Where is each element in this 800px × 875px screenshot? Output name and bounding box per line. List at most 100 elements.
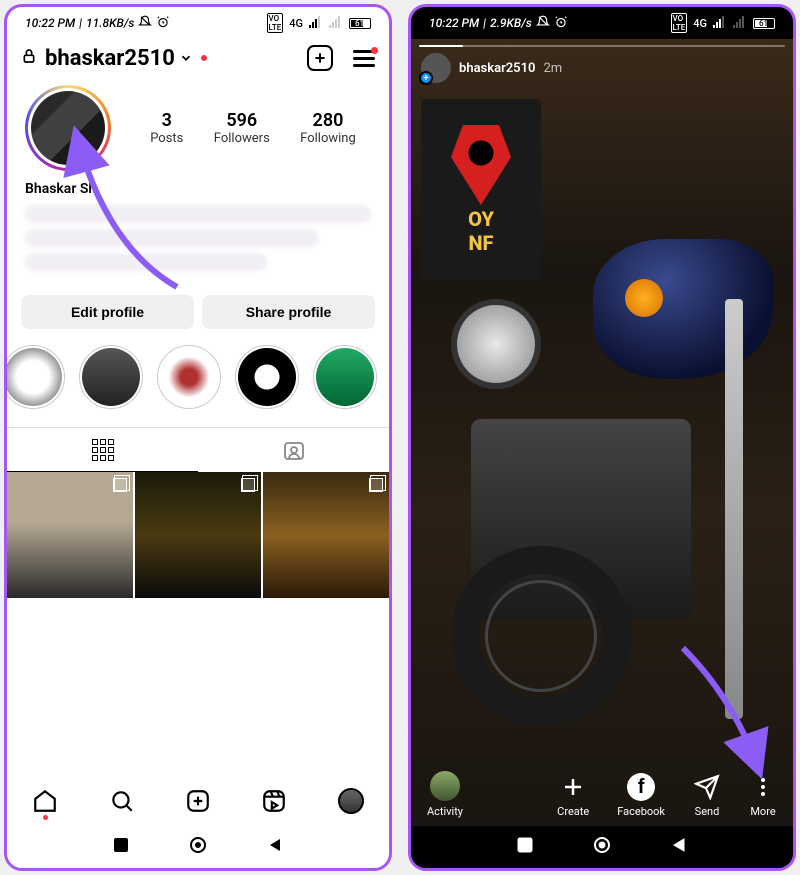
create-label: Create — [557, 805, 589, 818]
status-bar: 10:22 PM | 11.8KB/s VOLTE 4G 61 — [7, 7, 389, 39]
posts-stat[interactable]: 3 Posts — [150, 110, 183, 146]
status-time: 10:22 PM — [25, 16, 75, 30]
story-age: 2m — [543, 61, 562, 76]
story-highlights[interactable] — [7, 329, 389, 419]
post-thumbnail[interactable] — [7, 472, 133, 598]
phone-left-profile: 10:22 PM | 11.8KB/s VOLTE 4G 61 — [4, 4, 392, 871]
android-back[interactable] — [267, 837, 283, 857]
status-time: 10:22 PM — [429, 16, 479, 30]
more-icon — [749, 773, 777, 801]
nav-search[interactable] — [109, 788, 135, 814]
profile-avatar — [31, 91, 105, 165]
status-left: 10:22 PM | 2.9KB/s — [429, 15, 568, 32]
signal-icon — [309, 16, 323, 31]
story-create-button[interactable]: Create — [557, 773, 589, 818]
carousel-icon — [241, 478, 255, 492]
network-type: 4G — [693, 17, 707, 30]
profile-action-row: Edit profile Share profile — [7, 295, 389, 329]
story-send-button[interactable]: Send — [693, 773, 721, 818]
story-header[interactable]: + bhaskar2510 2m — [421, 53, 562, 83]
create-post-button[interactable] — [307, 45, 333, 71]
status-right: VOLTE 4G 61 — [671, 13, 776, 33]
signal-icon-2 — [733, 16, 747, 31]
username-dropdown[interactable]: bhaskar2510 — [45, 46, 207, 71]
volte-icon: VOLTE — [267, 13, 284, 33]
activity-label: Activity — [427, 805, 463, 818]
share-profile-button[interactable]: Share profile — [202, 295, 375, 329]
story-more-button[interactable]: More — [749, 773, 777, 818]
profile-tabs — [7, 427, 389, 472]
tagged-tab[interactable] — [198, 428, 389, 472]
posts-count: 3 — [150, 110, 183, 131]
story-viewer[interactable]: OY NF + bhaskar2510 2m Activity — [411, 39, 793, 826]
story-author-avatar: + — [421, 53, 451, 83]
story-activity-button[interactable]: Activity — [427, 771, 463, 818]
story-author-name: bhaskar2510 — [459, 61, 535, 76]
status-bar: 10:22 PM | 2.9KB/s VOLTE 4G 61 — [411, 7, 793, 39]
add-story-plus-icon: + — [419, 71, 433, 85]
highlight-item[interactable] — [313, 345, 377, 409]
username-text: bhaskar2510 — [45, 46, 175, 71]
profile-avatar-story-ring[interactable] — [25, 85, 111, 171]
profile-header: bhaskar2510 — [7, 39, 389, 81]
bio-redacted — [25, 205, 371, 285]
alarm-icon — [156, 15, 170, 32]
posts-grid-tab[interactable] — [7, 428, 198, 472]
highlight-item[interactable] — [235, 345, 299, 409]
chevron-down-icon — [179, 51, 193, 65]
profile-info-row: 3 Posts 596 Followers 280 Following — [7, 81, 389, 175]
android-back[interactable] — [671, 837, 687, 857]
network-type: 4G — [289, 17, 303, 30]
status-net-speed: 2.9KB/s — [490, 16, 532, 30]
carousel-icon — [113, 478, 127, 492]
story-progress-bar — [419, 45, 785, 47]
status-left: 10:22 PM | 11.8KB/s — [25, 15, 170, 32]
edit-profile-button[interactable]: Edit profile — [21, 295, 194, 329]
story-image-motorcycle: OY NF — [411, 39, 793, 826]
battery-icon: 61 — [753, 18, 775, 29]
highlight-item[interactable] — [79, 345, 143, 409]
menu-button[interactable] — [353, 50, 375, 67]
activity-avatar-icon — [430, 771, 460, 801]
grid-icon — [92, 439, 114, 461]
facebook-label: Facebook — [617, 805, 665, 818]
more-label: More — [750, 805, 775, 818]
battery-icon: 61 — [349, 18, 371, 29]
post-thumbnail[interactable] — [263, 472, 389, 598]
do-not-disturb-icon — [536, 15, 550, 32]
nav-profile[interactable] — [338, 788, 364, 814]
followers-count: 596 — [214, 110, 270, 131]
phone-right-story: 10:22 PM | 2.9KB/s VOLTE 4G 61 — [408, 4, 796, 871]
followers-label: Followers — [214, 131, 270, 146]
followers-stat[interactable]: 596 Followers — [214, 110, 270, 146]
android-recents[interactable] — [517, 837, 533, 857]
post-thumbnail[interactable] — [135, 472, 261, 598]
bottom-nav — [7, 776, 389, 826]
android-home[interactable] — [593, 836, 611, 858]
highlight-item[interactable] — [7, 345, 65, 409]
highlight-item[interactable] — [157, 345, 221, 409]
nav-create[interactable] — [185, 788, 211, 814]
volte-icon: VOLTE — [671, 13, 688, 33]
story-facebook-button[interactable]: f Facebook — [617, 773, 665, 818]
lock-icon — [21, 47, 37, 69]
new-content-dot — [201, 55, 207, 61]
do-not-disturb-icon — [138, 15, 152, 32]
alarm-icon — [554, 15, 568, 32]
android-home[interactable] — [189, 836, 207, 858]
carousel-icon — [369, 478, 383, 492]
android-system-nav — [411, 826, 793, 868]
nav-home[interactable] — [32, 788, 58, 814]
tagged-icon — [282, 438, 306, 462]
android-system-nav — [7, 826, 389, 868]
posts-label: Posts — [150, 131, 183, 146]
following-stat[interactable]: 280 Following — [300, 110, 356, 146]
menu-notification-dot — [371, 47, 378, 54]
status-right: VOLTE 4G 61 — [267, 13, 372, 33]
following-label: Following — [300, 131, 356, 146]
signal-icon — [713, 16, 727, 31]
status-net-speed: 11.8KB/s — [86, 16, 134, 30]
nav-reels[interactable] — [261, 788, 287, 814]
nav-profile-avatar — [338, 788, 364, 814]
android-recents[interactable] — [113, 837, 129, 857]
